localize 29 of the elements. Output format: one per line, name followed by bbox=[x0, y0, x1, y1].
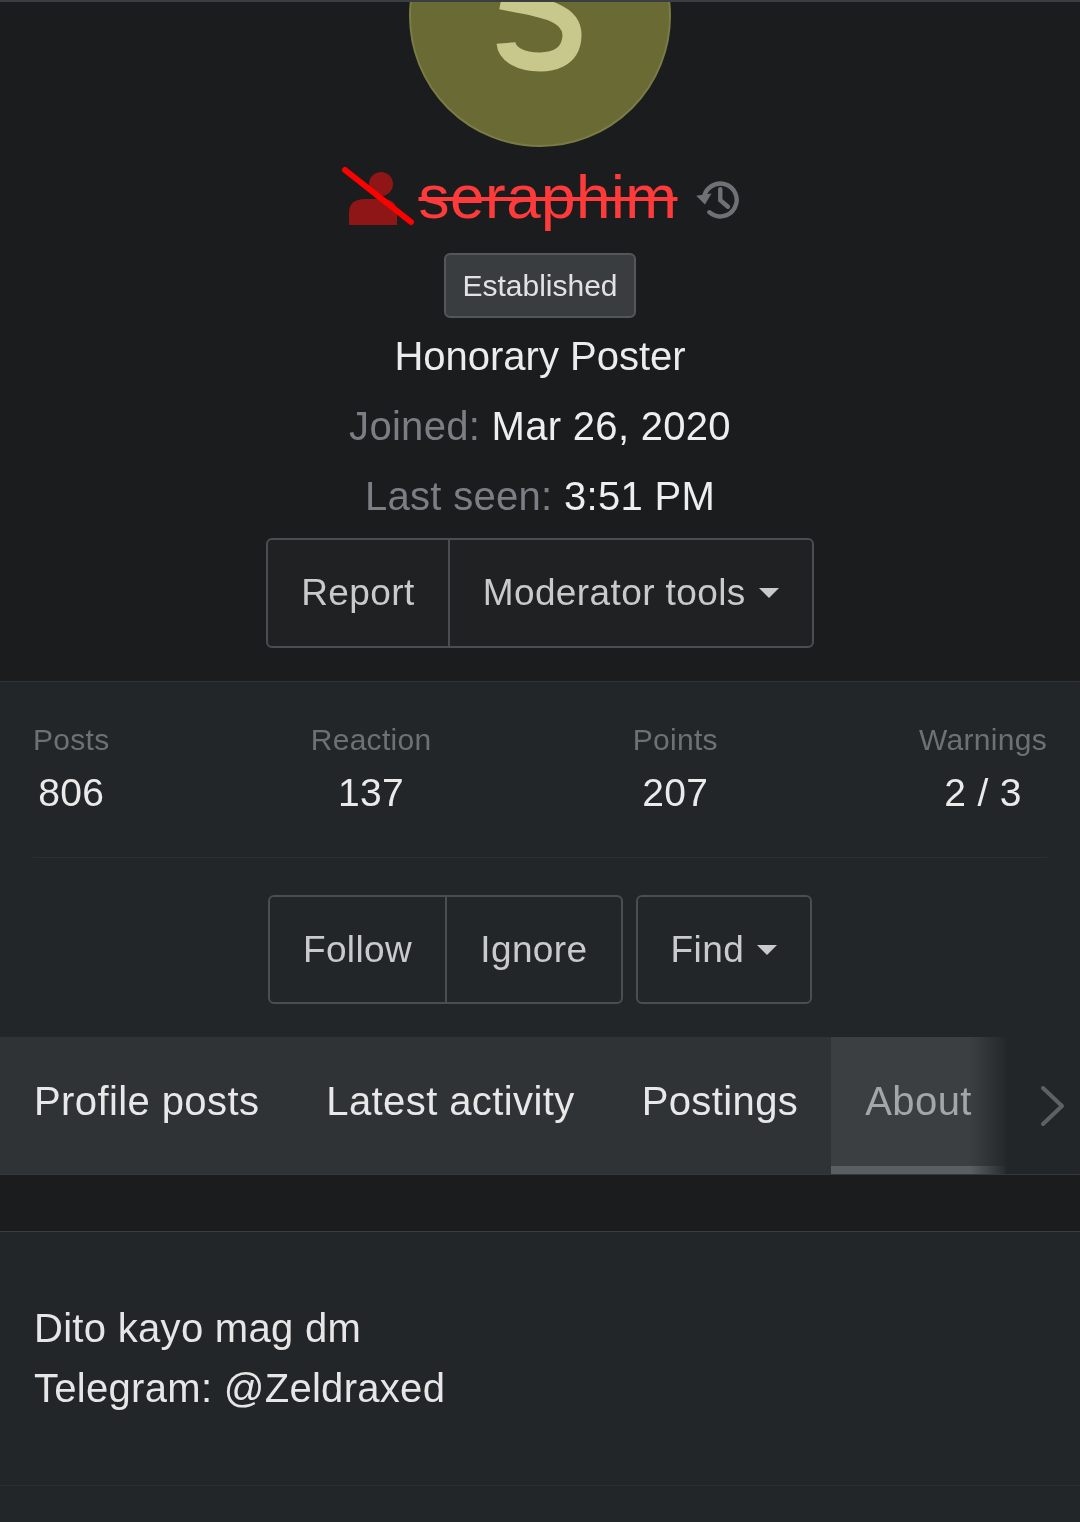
chevron-right-icon[interactable] bbox=[1040, 1084, 1065, 1127]
about-text: Dito kayo mag dm bbox=[34, 1305, 363, 1352]
stat-label: Points bbox=[632, 722, 718, 758]
info-label: Last seen: bbox=[364, 474, 553, 518]
tab[interactable]: Profile posts bbox=[0, 1037, 293, 1174]
caret-icon bbox=[757, 944, 778, 955]
user-title: Honorary Poster bbox=[394, 333, 686, 380]
stat-value: 2 / 3 bbox=[944, 770, 1022, 816]
about-text: Telegram: @Zeldraxed bbox=[34, 1365, 447, 1412]
user-banner: Established bbox=[444, 253, 636, 318]
stat-value: 137 bbox=[338, 770, 405, 816]
info-value: Mar 26, 2020 bbox=[491, 404, 731, 448]
menu-button[interactable]: Moderator tools bbox=[447, 538, 814, 648]
stat-label: Warnings bbox=[919, 722, 1047, 758]
tab[interactable]: Latest activity bbox=[292, 1037, 608, 1174]
info-label: Joined: bbox=[349, 404, 481, 448]
caret-icon bbox=[758, 588, 779, 598]
tab[interactable]: About bbox=[831, 1037, 1005, 1174]
action-button[interactable]: Follow bbox=[267, 895, 448, 1004]
stat-label: Reaction bbox=[310, 722, 432, 758]
stat-value: 806 bbox=[38, 770, 105, 816]
action-button[interactable]: Ignore bbox=[445, 895, 623, 1004]
stat-label: Posts bbox=[33, 722, 110, 758]
info-value: 3:51 PM bbox=[563, 474, 716, 518]
stat-value: 207 bbox=[642, 770, 709, 816]
tab[interactable]: Postings bbox=[607, 1037, 832, 1174]
username[interactable]: seraphim bbox=[418, 164, 678, 230]
menu-button[interactable]: Find bbox=[635, 895, 813, 1004]
action-button[interactable]: Report bbox=[266, 538, 450, 648]
